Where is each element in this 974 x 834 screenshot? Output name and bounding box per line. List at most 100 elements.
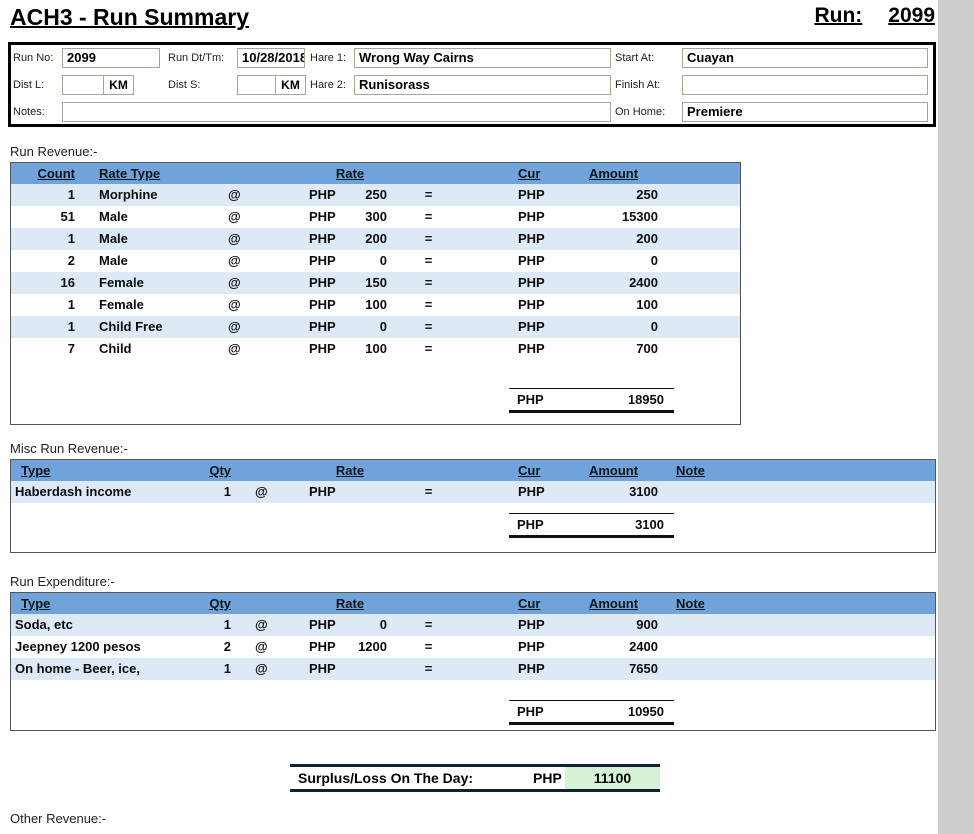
- cell-rate: 0: [351, 250, 391, 272]
- spacer: [466, 593, 516, 614]
- on-home-label: On Home:: [615, 102, 665, 122]
- cell-cur: PHP: [516, 184, 561, 206]
- at-symbol: @: [224, 184, 309, 206]
- cell-rate-type: Male: [99, 228, 224, 250]
- dist-l-field[interactable]: [62, 75, 104, 95]
- cell-rate-type: Male: [99, 250, 224, 272]
- cell-rate: 150: [351, 272, 391, 294]
- finish-at-field[interactable]: [682, 75, 928, 95]
- cell-amount: 15300: [561, 206, 666, 228]
- cell-amount: 3100: [561, 481, 666, 503]
- misc-revenue-total: PHP 3100: [509, 513, 674, 538]
- hare1-field[interactable]: Wrong Way Cairns: [354, 48, 611, 68]
- cell-rate-type: Male: [99, 206, 224, 228]
- hare2-label: Hare 2:: [310, 75, 346, 95]
- cell-cur: PHP: [516, 316, 561, 338]
- cell-type: Soda, etc: [11, 614, 206, 636]
- run-dttm-field[interactable]: 10/28/2018: [237, 48, 305, 68]
- header-amount: Amount: [561, 460, 666, 481]
- cell-count: 1: [11, 294, 75, 316]
- cell-qty: 2: [206, 636, 231, 658]
- spacer: [391, 593, 466, 614]
- cell-amount: 2400: [561, 636, 666, 658]
- cell-cur: PHP: [516, 228, 561, 250]
- spacer: [231, 460, 251, 481]
- equals-symbol: =: [391, 184, 466, 206]
- run-revenue-section-label: Run Revenue:-: [10, 144, 97, 159]
- cell-rate-cur: PHP: [309, 228, 351, 250]
- spacer: [466, 250, 516, 272]
- run-revenue-row: 1 Female @ PHP 100 = PHP 100: [11, 294, 740, 316]
- header-type: Type: [11, 460, 206, 481]
- spacer: [466, 338, 516, 360]
- at-symbol: @: [224, 294, 309, 316]
- cell-amount: 100: [561, 294, 666, 316]
- cell-amount: 900: [561, 614, 666, 636]
- run-revenue-total: PHP 18950: [509, 388, 674, 413]
- cell-count: 1: [11, 228, 75, 250]
- expenditure-row: Soda, etc 1 @ PHP 0 = PHP 900: [11, 614, 935, 636]
- header-rate: Rate: [309, 163, 391, 184]
- hare2-field[interactable]: Runisorass: [354, 75, 611, 95]
- cell-rate: 1200: [351, 636, 391, 658]
- run-number-group: Run: 2099: [814, 4, 935, 28]
- cell-rate-type: Female: [99, 294, 224, 316]
- header-cur: Cur: [516, 593, 561, 614]
- spacer: [75, 338, 99, 360]
- header-rate: Rate: [309, 593, 391, 614]
- equals-symbol: =: [391, 338, 466, 360]
- cell-qty: 1: [206, 658, 231, 680]
- run-revenue-row: 16 Female @ PHP 150 = PHP 2400: [11, 272, 740, 294]
- surplus-currency: PHP: [533, 770, 565, 786]
- spacer: [466, 206, 516, 228]
- run-dttm-label: Run Dt/Tm:: [168, 48, 224, 68]
- spacer: [75, 316, 99, 338]
- cell-rate-cur: PHP: [309, 294, 351, 316]
- start-at-field[interactable]: Cuayan: [682, 48, 928, 68]
- dist-l-label: Dist L:: [13, 75, 44, 95]
- cell-amount: 200: [561, 228, 666, 250]
- cell-cur: PHP: [516, 636, 561, 658]
- on-home-field[interactable]: Premiere: [682, 102, 928, 122]
- spacer: [466, 228, 516, 250]
- notes-field[interactable]: [62, 102, 611, 122]
- run-revenue-header-row: Count Rate Type Rate Cur Amount: [11, 163, 740, 184]
- run-no-label: Run No:: [13, 48, 53, 68]
- equals-symbol: =: [391, 636, 466, 658]
- expenditure-table: Type Qty Rate Cur Amount Note Soda, etc …: [10, 592, 936, 731]
- run-label: Run:: [814, 4, 862, 28]
- spacer: [75, 294, 99, 316]
- run-no-field[interactable]: 2099: [62, 48, 160, 68]
- misc-revenue-table: Type Qty Rate Cur Amount Note Haberdash …: [10, 459, 936, 553]
- header-note: Note: [666, 593, 935, 614]
- spacer: [75, 184, 99, 206]
- header-qty: Qty: [206, 460, 231, 481]
- dist-s-field[interactable]: [237, 75, 276, 95]
- header-rate: Rate: [309, 460, 391, 481]
- spacer: [466, 481, 516, 503]
- cell-rate-cur: PHP: [309, 614, 351, 636]
- at-symbol: @: [224, 316, 309, 338]
- cell-rate: [351, 481, 391, 503]
- at-symbol: @: [251, 636, 309, 658]
- spacer: [75, 250, 99, 272]
- equals-symbol: =: [391, 206, 466, 228]
- cell-type: On home - Beer, ice,: [11, 658, 206, 680]
- spacer: [231, 593, 251, 614]
- at-symbol: @: [224, 228, 309, 250]
- cell-count: 7: [11, 338, 75, 360]
- at-symbol: @: [224, 338, 309, 360]
- cell-cur: PHP: [516, 294, 561, 316]
- cell-rate-cur: PHP: [309, 206, 351, 228]
- cell-rate-cur: PHP: [309, 184, 351, 206]
- start-at-label: Start At:: [615, 48, 654, 68]
- surplus-label: Surplus/Loss On The Day:: [290, 770, 533, 786]
- cell-count: 2: [11, 250, 75, 272]
- cell-type: Haberdash income: [11, 481, 206, 503]
- cell-type: Jeepney 1200 pesos: [11, 636, 206, 658]
- header-amount: Amount: [561, 163, 666, 184]
- cell-count: 51: [11, 206, 75, 228]
- spacer: [75, 206, 99, 228]
- cell-rate-cur: PHP: [309, 272, 351, 294]
- cell-rate: 250: [351, 184, 391, 206]
